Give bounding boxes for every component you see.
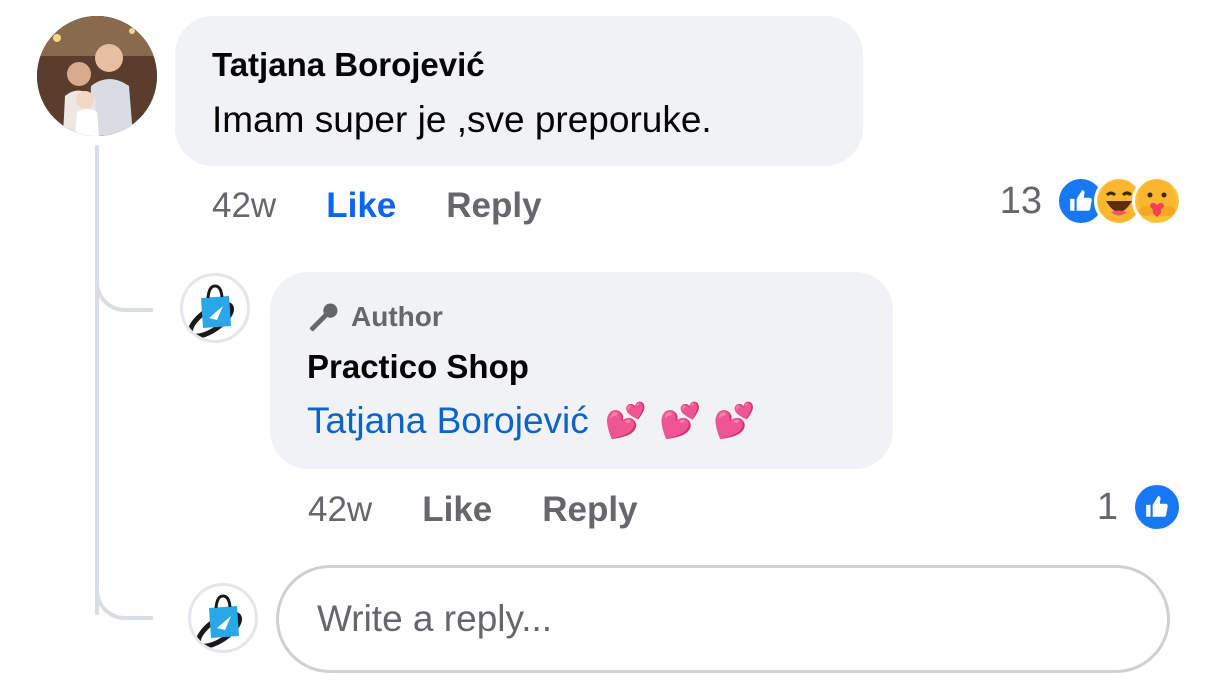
reply-input[interactable]: Write a reply... <box>276 565 1170 673</box>
comment-reply-button[interactable]: Reply <box>446 186 541 226</box>
composer-connector-branch <box>95 540 153 620</box>
reply-connector-branch <box>95 240 153 312</box>
reply-timestamp[interactable]: 42w <box>308 490 372 530</box>
reply-like-button[interactable]: Like <box>422 490 492 530</box>
comment-actions: 42w Like Reply <box>212 186 542 226</box>
comment-reactions[interactable]: 13 <box>1000 176 1182 226</box>
comment-author-name[interactable]: Tatjana Borojević <box>212 46 485 84</box>
comment-bubble: Tatjana Borojević Imam super je ,sve pre… <box>175 16 863 166</box>
comment-like-button[interactable]: Like <box>326 186 396 226</box>
composer-avatar <box>188 583 258 653</box>
care-reaction-icon <box>1132 176 1182 226</box>
microphone-icon <box>309 303 338 332</box>
mentioned-user-link[interactable]: Tatjana Borojević <box>307 400 589 442</box>
reply-reaction-count: 1 <box>1096 485 1118 528</box>
reply-reply-button[interactable]: Reply <box>542 490 637 530</box>
reply-input-placeholder: Write a reply... <box>317 598 553 639</box>
shop-avatar[interactable] <box>180 273 250 343</box>
comment-reaction-count: 13 <box>999 179 1042 222</box>
two-hearts-emoji: 💕💕💕 <box>604 402 768 440</box>
reply-actions: 42w Like Reply <box>308 490 638 530</box>
author-badge: Author <box>307 300 443 334</box>
reply-author-name[interactable]: Practico Shop <box>307 348 529 386</box>
comment-text: Imam super je ,sve preporuke. <box>212 99 712 140</box>
author-badge-label: Author <box>351 301 443 332</box>
shopping-bag-logo-icon <box>188 284 234 339</box>
reply-reactions[interactable]: 1 <box>1097 482 1182 532</box>
like-reaction-icon <box>1132 482 1182 532</box>
commenter-avatar[interactable] <box>37 16 157 136</box>
comment-timestamp[interactable]: 42w <box>212 186 276 226</box>
commenter-photo <box>37 16 157 136</box>
reply-bubble: Author Practico Shop Tatjana Borojević 💕… <box>270 272 893 469</box>
shopping-bag-logo-icon <box>196 594 242 649</box>
